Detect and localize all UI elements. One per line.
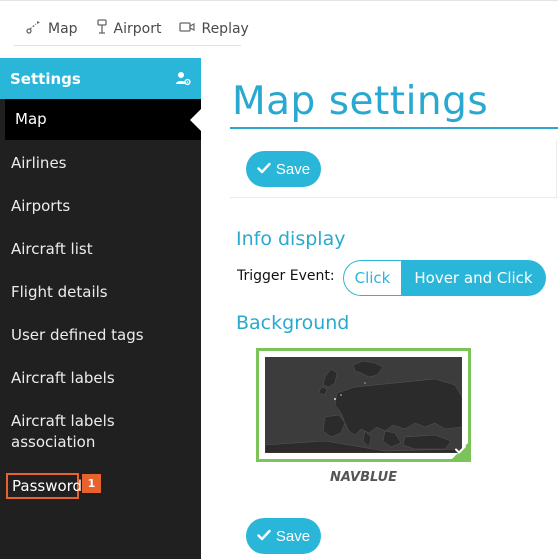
sidebar-item-label: Aircraft list <box>11 240 93 258</box>
sidebar-item-label: Aircraft labels association <box>11 412 115 451</box>
check-icon <box>257 161 276 178</box>
sidebar-item-user-defined-tags[interactable]: User defined tags <box>0 325 201 346</box>
sidebar-item-airports[interactable]: Airports <box>0 196 201 217</box>
user-settings-icon[interactable] <box>175 70 191 90</box>
info-display-heading: Info display <box>236 228 346 250</box>
selected-check-icon <box>455 439 466 458</box>
sidebar-item-label: Airlines <box>11 154 67 172</box>
save-button-bottom[interactable]: Save <box>246 518 321 554</box>
nav-item-airport[interactable]: Airport <box>84 12 168 46</box>
save-card-divider <box>230 197 558 198</box>
top-divider <box>0 0 558 1</box>
annotation-badge: 1 <box>82 474 101 493</box>
save-button-label: Save <box>275 160 311 178</box>
sidebar-item-map[interactable]: Map <box>5 99 201 140</box>
sidebar-header: Settings <box>0 58 201 99</box>
nav-item-replay-label: Replay <box>201 20 249 37</box>
sidebar-item-flight-details[interactable]: Flight details <box>0 282 201 303</box>
airport-icon <box>96 19 114 38</box>
map-route-icon <box>26 20 48 38</box>
trigger-event-label: Trigger Event: <box>237 268 335 284</box>
top-nav-items: Map Airport Replay <box>14 12 249 46</box>
title-underline <box>230 127 558 129</box>
top-navigation: Map Airport Replay <box>0 0 558 58</box>
sidebar-item-label: Map <box>15 110 47 128</box>
replay-camera-icon <box>179 21 201 37</box>
map-preview-image <box>265 357 462 453</box>
trigger-event-toggle: Click Hover and Click <box>343 260 546 296</box>
nav-item-map[interactable]: Map <box>14 12 84 46</box>
nav-item-replay[interactable]: Replay <box>167 12 254 46</box>
active-indicator <box>190 109 201 131</box>
sidebar-header-title: Settings <box>10 69 81 88</box>
trigger-option-hover-and-click[interactable]: Hover and Click <box>401 260 546 296</box>
sidebar-item-password[interactable]: Password <box>6 473 83 499</box>
sidebar-item-aircraft-labels-association[interactable]: Aircraft labels association <box>0 411 130 453</box>
save-button-top[interactable]: Save <box>246 151 321 187</box>
save-button-label: Save <box>275 527 311 545</box>
sidebar-item-aircraft-list[interactable]: Aircraft list <box>0 239 201 260</box>
sidebar-item-airlines[interactable]: Airlines <box>0 153 201 174</box>
nav-item-map-label: Map <box>48 20 78 37</box>
sidebar-item-label: Password <box>12 477 83 495</box>
save-card-border <box>556 140 557 198</box>
settings-sidebar: Settings Map Airlines Airports Aircraft … <box>0 58 201 559</box>
trigger-option-click[interactable]: Click <box>343 260 401 296</box>
sidebar-item-label: Flight details <box>11 283 108 301</box>
sidebar-item-label: Aircraft labels <box>11 369 115 387</box>
sidebar-item-aircraft-labels[interactable]: Aircraft labels <box>0 368 201 389</box>
map-background-option[interactable] <box>256 348 471 462</box>
page-title: Map settings <box>232 79 489 124</box>
europe-map-image <box>265 357 462 453</box>
map-option-caption: NAVBLUE <box>329 470 398 485</box>
background-heading: Background <box>236 312 350 334</box>
check-icon <box>257 528 276 545</box>
sidebar-item-label: User defined tags <box>11 326 144 344</box>
sidebar-item-label: Airports <box>11 197 71 215</box>
nav-item-airport-label: Airport <box>113 20 162 37</box>
